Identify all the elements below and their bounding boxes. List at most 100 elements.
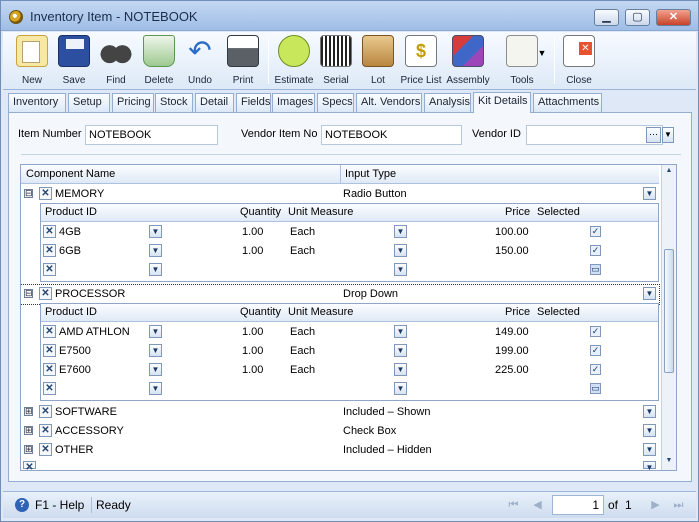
processor-item-row[interactable]: ✕ E7600 ▼ 1.00 Each ▼ 225.00 ✓	[41, 361, 658, 380]
tab-setup[interactable]: Setup	[68, 93, 110, 112]
input-type-dropdown[interactable]: ▼	[643, 405, 656, 418]
product-dropdown[interactable]: ▼	[149, 344, 162, 357]
tab-analysis[interactable]: Analysis	[424, 93, 471, 112]
vendor-id-field[interactable]	[526, 125, 663, 145]
uom-dropdown[interactable]: ▼	[394, 344, 407, 357]
tab-stock[interactable]: Stock	[155, 93, 193, 112]
previous-page-icon[interactable]: ◀	[530, 498, 545, 513]
delete-item-icon[interactable]: ✕	[43, 225, 56, 238]
delete-row-icon[interactable]: ✕	[39, 187, 52, 200]
next-page-icon[interactable]: ▶	[648, 498, 663, 513]
selected-checkbox[interactable]: ✓	[590, 364, 601, 375]
product-dropdown[interactable]: ▼	[149, 382, 162, 395]
tab-pricing[interactable]: Pricing	[112, 93, 154, 112]
input-type-dropdown[interactable]: ▼	[643, 287, 656, 300]
collapse-icon[interactable]: ⊟	[24, 189, 33, 198]
uom-dropdown[interactable]: ▼	[394, 244, 407, 257]
scroll-down-icon[interactable]: ▼	[664, 457, 674, 468]
uom-dropdown[interactable]: ▼	[394, 382, 407, 395]
selected-checkbox[interactable]: ▭	[590, 264, 601, 275]
delete-item-icon[interactable]: ✕	[43, 263, 56, 276]
input-type-dropdown[interactable]: ▼	[643, 461, 656, 470]
component-row-software[interactable]: ⊞ ✕ SOFTWARE Included – Shown ▼	[21, 403, 659, 422]
title-bar[interactable]: Inventory Item - NOTEBOOK ▁ ▢ ✕	[1, 1, 698, 31]
last-page-icon[interactable]: ⏭	[671, 498, 686, 513]
tab-attachments[interactable]: Attachments	[533, 93, 602, 112]
delete-row-icon[interactable]: ✕	[39, 443, 52, 456]
expand-icon[interactable]: ⊞	[24, 445, 33, 454]
tab-kit-details[interactable]: Kit Details	[473, 92, 531, 113]
processor-item-row[interactable]: ✕ AMD ATHLON ▼ 1.00 Each ▼ 149.00 ✓	[41, 323, 658, 342]
page-number-field[interactable]: 1	[552, 495, 604, 515]
item-number-field[interactable]: NOTEBOOK	[85, 125, 218, 145]
processor-items-subgrid: Product ID Quantity Unit Measure Price S…	[40, 303, 659, 401]
unit-measure: Each	[290, 364, 316, 376]
delete-item-icon[interactable]: ✕	[43, 363, 56, 376]
expand-icon[interactable]: ⊞	[24, 426, 33, 435]
assembly-button[interactable]: Assembly	[446, 35, 490, 88]
unit-measure: Each	[290, 226, 316, 238]
product-dropdown[interactable]: ▼	[149, 363, 162, 376]
expand-icon[interactable]: ⊞	[24, 407, 33, 416]
product-dropdown[interactable]: ▼	[149, 244, 162, 257]
component-row-processor[interactable]: ⊟ ✕ PROCESSOR Drop Down ▼	[21, 284, 660, 305]
tab-detail[interactable]: Detail	[195, 93, 234, 112]
selected-checkbox[interactable]: ✓	[590, 245, 601, 256]
input-type-dropdown[interactable]: ▼	[643, 424, 656, 437]
vendor-id-lookup-button[interactable]: ⋯	[646, 127, 661, 143]
memory-item-row[interactable]: ✕ 6GB ▼ 1.00 Each ▼ 150.00 ✓	[41, 242, 658, 261]
product-dropdown[interactable]: ▼	[149, 325, 162, 338]
delete-item-icon[interactable]: ✕	[43, 325, 56, 338]
delete-item-icon[interactable]: ✕	[43, 382, 56, 395]
scroll-up-icon[interactable]: ▲	[664, 167, 674, 178]
selected-checkbox[interactable]: ✓	[590, 226, 601, 237]
input-type-dropdown[interactable]: ▼	[643, 443, 656, 456]
minimize-button[interactable]: ▁	[594, 9, 619, 26]
collapse-icon[interactable]: ⊟	[24, 289, 33, 298]
grid-vertical-scrollbar[interactable]: ▲ ▼	[661, 165, 676, 470]
help-icon[interactable]: ?	[15, 498, 29, 512]
uom-dropdown[interactable]: ▼	[394, 363, 407, 376]
selected-checkbox[interactable]: ▭	[590, 383, 601, 394]
delete-row-icon[interactable]: ✕	[39, 405, 52, 418]
component-row-other[interactable]: ⊞ ✕ OTHER Included – Hidden ▼	[21, 441, 659, 460]
selected-checkbox[interactable]: ✓	[590, 345, 601, 356]
tools-button[interactable]: Tools	[500, 35, 544, 88]
uom-dropdown[interactable]: ▼	[394, 325, 407, 338]
close-window-button[interactable]: ✕	[656, 9, 691, 26]
first-page-icon[interactable]: ⏮	[506, 498, 521, 513]
price-list-button[interactable]: $ Price List	[400, 35, 442, 88]
tab-fields[interactable]: Fields	[236, 93, 271, 112]
memory-new-item-row[interactable]: ✕ ▼ ▼ ▭	[41, 261, 658, 280]
print-button[interactable]: Print	[223, 35, 263, 88]
scroll-thumb[interactable]	[664, 249, 674, 373]
delete-row-icon[interactable]: ✕	[39, 424, 52, 437]
delete-row-icon[interactable]: ✕	[39, 287, 52, 300]
help-label[interactable]: F1 - Help	[35, 498, 84, 512]
product-dropdown[interactable]: ▼	[149, 263, 162, 276]
processor-item-row[interactable]: ✕ E7500 ▼ 1.00 Each ▼ 199.00 ✓	[41, 342, 658, 361]
component-new-row[interactable]: ✕ ▼	[21, 460, 659, 470]
assembly-label: Assembly	[446, 75, 490, 86]
memory-item-row[interactable]: ✕ 4GB ▼ 1.00 Each ▼ 100.00 ✓	[41, 223, 658, 242]
uom-dropdown[interactable]: ▼	[394, 225, 407, 238]
vendor-item-no-field[interactable]: NOTEBOOK	[321, 125, 462, 145]
selected-checkbox[interactable]: ✓	[590, 326, 601, 337]
tab-alt-vendors[interactable]: Alt. Vendors	[356, 93, 422, 112]
vendor-id-dropdown-button[interactable]: ▼	[662, 127, 674, 143]
tab-specs[interactable]: Specs	[317, 93, 354, 112]
component-row-memory[interactable]: ⊟ ✕ MEMORY Radio Button ▼	[21, 185, 659, 204]
delete-item-icon[interactable]: ✕	[43, 344, 56, 357]
uom-dropdown[interactable]: ▼	[394, 263, 407, 276]
processor-new-item-row[interactable]: ✕ ▼ ▼ ▭	[41, 380, 658, 399]
close-button[interactable]: ✕ Close	[559, 35, 599, 88]
product-dropdown[interactable]: ▼	[149, 225, 162, 238]
input-type-dropdown[interactable]: ▼	[643, 187, 656, 200]
tools-dropdown-arrow-icon[interactable]: ▼	[537, 48, 547, 58]
delete-row-icon[interactable]: ✕	[23, 461, 36, 470]
tab-inventory[interactable]: Inventory	[8, 93, 66, 112]
delete-item-icon[interactable]: ✕	[43, 244, 56, 257]
maximize-button[interactable]: ▢	[625, 9, 650, 26]
tab-images[interactable]: Images	[272, 93, 315, 112]
component-row-accessory[interactable]: ⊞ ✕ ACCESSORY Check Box ▼	[21, 422, 659, 441]
